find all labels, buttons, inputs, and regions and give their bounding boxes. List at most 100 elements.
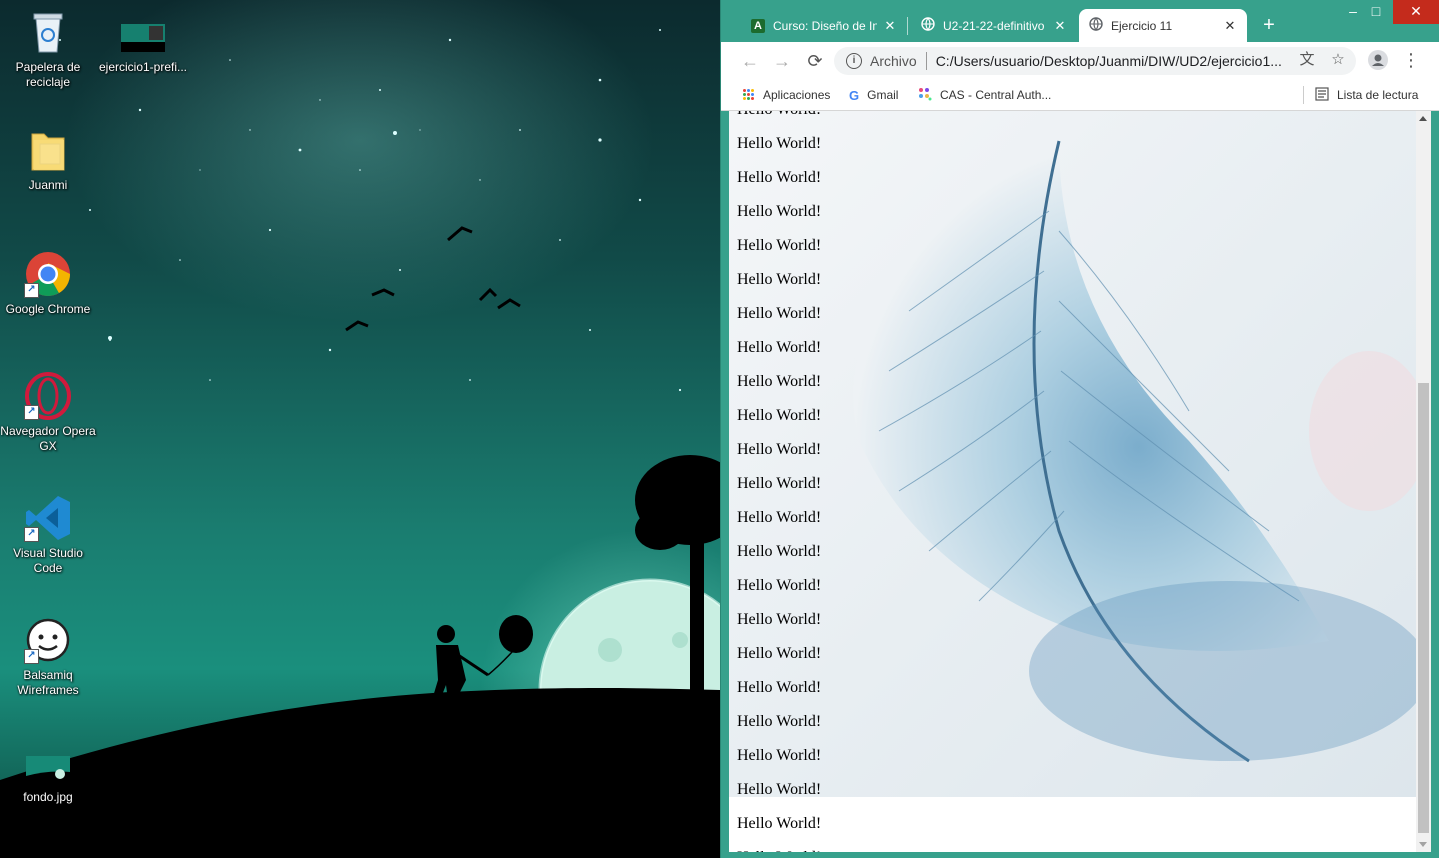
scroll-up-arrow-icon[interactable] bbox=[1419, 116, 1427, 121]
tab-title: U2-21-22-definitivo bbox=[943, 18, 1045, 33]
tab-title: Ejercicio 11 bbox=[1111, 18, 1173, 33]
desktop-icon-label: fondo.jpg bbox=[23, 790, 73, 804]
back-button[interactable]: ← bbox=[739, 50, 761, 72]
desktop-icon-label: ejercicio1-prefi... bbox=[98, 60, 188, 74]
hello-world-line: Hello World! bbox=[737, 847, 821, 852]
reading-list-icon bbox=[1315, 86, 1329, 104]
hello-world-list: Hello World! Hello World! Hello World! Hell… bbox=[737, 111, 821, 852]
image-file-icon bbox=[24, 752, 72, 786]
apps-grid-icon bbox=[743, 89, 755, 101]
bookmark-aplicaciones[interactable]: Aplicaciones bbox=[743, 85, 830, 105]
forward-button[interactable]: → bbox=[771, 50, 793, 72]
hello-world-line: Hello World! bbox=[737, 815, 822, 832]
image-file-icon bbox=[119, 20, 167, 56]
desktop-icon-juanmi[interactable]: Juanmi bbox=[0, 126, 96, 193]
maximize-button[interactable]: □ bbox=[1356, 0, 1396, 24]
moodle-a-icon: A bbox=[751, 18, 765, 33]
bookmarks-bar: Aplicaciones G Gmail CAS - Central Auth.… bbox=[721, 80, 1439, 111]
page-viewport: Hello World! Hello World! Hello World! Hell… bbox=[729, 111, 1431, 852]
new-tab-button[interactable]: + bbox=[1257, 14, 1281, 37]
tab-curso[interactable]: A Curso: Diseño de Interfaces ✕ bbox=[741, 9, 907, 42]
desktop-icon-ejercicio1[interactable]: ejercicio1-prefi... bbox=[95, 20, 191, 75]
hello-world-line: Hello World! bbox=[737, 543, 822, 560]
bookmark-cas[interactable]: CAS - Central Auth... bbox=[918, 85, 1051, 105]
bookmark-label: Gmail bbox=[867, 88, 899, 102]
hello-world-line: Hello World! bbox=[737, 577, 822, 594]
close-icon[interactable]: ✕ bbox=[1053, 18, 1067, 34]
hello-world-line: Hello World! bbox=[737, 373, 822, 390]
desktop-icon-label: Papelera de reciclaje bbox=[15, 60, 81, 89]
hello-world-line: Hello World! bbox=[737, 169, 822, 186]
browser-toolbar: ← → ⟳ i Archivo C:/Users/usuario/Desktop… bbox=[721, 42, 1439, 80]
hello-world-line: Hello World! bbox=[737, 339, 822, 356]
hello-world-line: Hello World! bbox=[737, 441, 822, 458]
hello-world-line: Hello World! bbox=[737, 475, 822, 492]
window-close-button[interactable]: ✕ bbox=[1393, 0, 1439, 24]
recycle-bin-icon bbox=[24, 8, 72, 56]
hello-world-line: Hello World! bbox=[737, 135, 822, 152]
bookmark-label: CAS - Central Auth... bbox=[940, 88, 1052, 102]
scheme-label: Archivo bbox=[870, 53, 917, 69]
silhouette-scene bbox=[0, 226, 720, 858]
omnibox-divider bbox=[925, 52, 927, 70]
desktop-wallpaper: Papelera de reciclaje ejercicio1-prefi..… bbox=[0, 0, 720, 858]
tab-divider bbox=[907, 17, 908, 35]
scroll-down-arrow-icon[interactable] bbox=[1419, 842, 1427, 847]
shortcut-arrow-icon: ↗ bbox=[24, 649, 39, 664]
info-icon[interactable]: i bbox=[846, 53, 862, 69]
hello-world-line: Hello World! bbox=[737, 407, 822, 424]
desktop-icon-label: Visual Studio Code bbox=[13, 546, 83, 575]
menu-icon[interactable]: ⋮ bbox=[1401, 50, 1421, 70]
bookmark-star-icon[interactable]: ☆ bbox=[1328, 50, 1348, 70]
desktop-icon-opera-gx[interactable]: ↗ Navegador Opera GX bbox=[0, 372, 96, 454]
desktop-icon-balsamiq[interactable]: ↗ Balsamiq Wireframes bbox=[0, 616, 96, 698]
hello-world-line: Hello World! bbox=[737, 509, 822, 526]
hello-world-line: Hello World! bbox=[737, 611, 822, 628]
hello-world-line: Hello World! bbox=[737, 111, 821, 133]
tab-title: Curso: Diseño de Interfaces bbox=[773, 18, 877, 33]
hello-world-line: Hello World! bbox=[737, 781, 822, 798]
reload-button[interactable]: ⟳ bbox=[804, 50, 826, 72]
opera-gx-icon: ↗ bbox=[24, 372, 72, 420]
hello-world-line: Hello World! bbox=[737, 645, 822, 662]
folder-icon bbox=[24, 126, 72, 174]
url-text[interactable]: C:/Users/usuario/Desktop/Juanmi/DIW/UD2/… bbox=[936, 53, 1286, 69]
desktop-icon-google-chrome[interactable]: ↗ Google Chrome bbox=[0, 250, 96, 317]
desktop-icon-label: Google Chrome bbox=[5, 302, 91, 316]
tab-ejercicio-11[interactable]: Ejercicio 11 ✕ bbox=[1079, 9, 1247, 42]
desktop-icon-recycle-bin[interactable]: Papelera de reciclaje bbox=[0, 8, 96, 90]
shortcut-arrow-icon: ↗ bbox=[24, 527, 39, 542]
vscode-icon: ↗ bbox=[24, 494, 72, 542]
tab-strip: A Curso: Diseño de Interfaces ✕ U2-21-22… bbox=[721, 0, 1439, 42]
hello-world-line: Hello World! bbox=[737, 679, 822, 696]
bookmark-gmail[interactable]: G Gmail bbox=[849, 85, 898, 105]
hello-world-line: Hello World! bbox=[737, 271, 822, 288]
bookmarks-divider bbox=[1303, 86, 1304, 104]
translate-icon[interactable]: 文 bbox=[1297, 50, 1317, 70]
hello-world-line: Hello World! bbox=[737, 237, 822, 254]
address-bar[interactable]: i Archivo C:/Users/usuario/Desktop/Juanm… bbox=[834, 47, 1356, 75]
close-icon[interactable]: ✕ bbox=[1223, 18, 1237, 34]
hello-world-line: Hello World! bbox=[737, 203, 822, 220]
reading-list-label: Lista de lectura bbox=[1337, 88, 1419, 102]
desktop-icon-label: Navegador Opera GX bbox=[0, 424, 96, 453]
vertical-scrollbar[interactable] bbox=[1416, 111, 1431, 852]
desktop-icon-label: Balsamiq Wireframes bbox=[17, 668, 79, 697]
shortcut-arrow-icon: ↗ bbox=[24, 405, 39, 420]
hello-world-line: Hello World! bbox=[737, 713, 822, 730]
hello-world-line: Hello World! bbox=[737, 747, 822, 764]
tab-u2[interactable]: U2-21-22-definitivo ✕ bbox=[911, 9, 1077, 42]
globe-icon bbox=[921, 17, 935, 34]
reading-list-button[interactable]: Lista de lectura bbox=[1315, 85, 1418, 105]
profile-avatar[interactable] bbox=[1368, 50, 1388, 70]
desktop-icon-vscode[interactable]: ↗ Visual Studio Code bbox=[0, 494, 96, 576]
browser-window: A Curso: Diseño de Interfaces ✕ U2-21-22… bbox=[720, 0, 1439, 858]
cas-dots-icon bbox=[918, 87, 932, 104]
close-icon[interactable]: ✕ bbox=[883, 18, 897, 34]
scrollbar-thumb[interactable] bbox=[1418, 383, 1429, 833]
chrome-icon: ↗ bbox=[24, 250, 72, 298]
feather-background-image bbox=[729, 111, 1417, 797]
shortcut-arrow-icon: ↗ bbox=[24, 283, 39, 298]
desktop-icon-label: Juanmi bbox=[28, 178, 68, 192]
desktop-icon-fondo[interactable]: fondo.jpg bbox=[0, 752, 96, 805]
